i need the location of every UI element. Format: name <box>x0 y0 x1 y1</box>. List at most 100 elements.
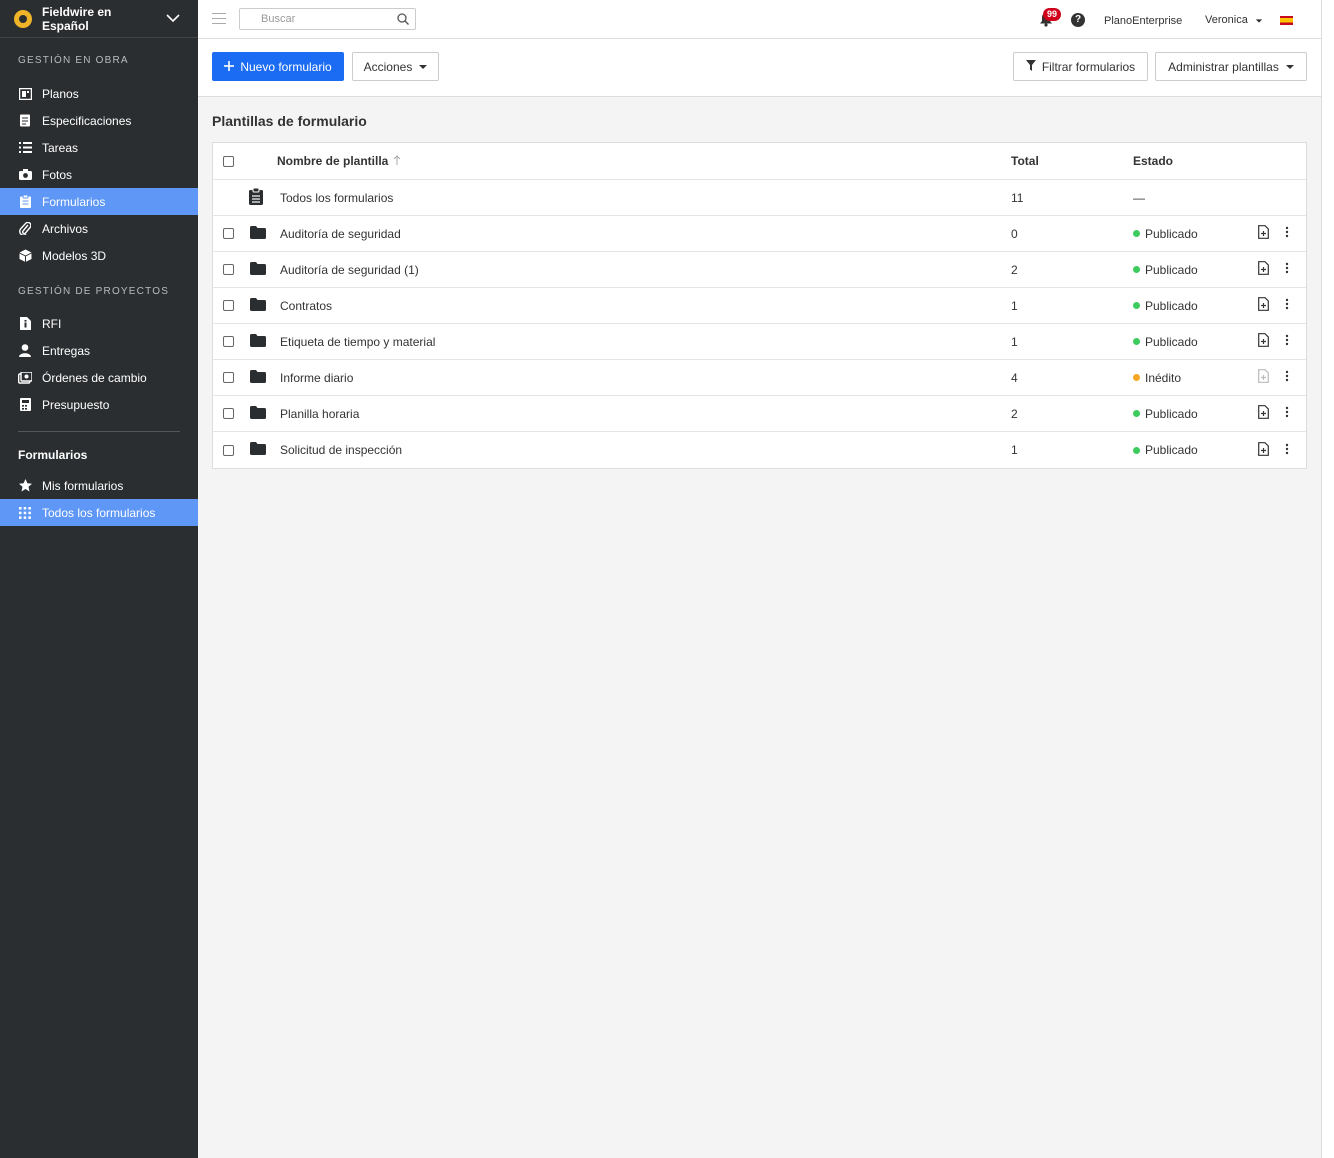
template-status: Publicado <box>1133 335 1198 349</box>
template-status: Publicado <box>1133 227 1198 241</box>
table-row[interactable]: Planilla horaria 2 Publicado <box>213 396 1306 432</box>
help-icon[interactable]: ? <box>1071 13 1085 27</box>
sidebar-item-especificaciones[interactable]: Especificaciones <box>0 107 198 134</box>
table-row[interactable]: Auditoría de seguridad (1) 2 Publicado <box>213 252 1306 288</box>
hamburger-menu-icon[interactable] <box>212 13 226 25</box>
sidebar-item-label: Presupuesto <box>42 397 110 412</box>
status-label: Publicado <box>1145 334 1198 349</box>
sidebar-item-todos-los-formularios[interactable]: Todos los formularios <box>0 499 198 526</box>
row-checkbox[interactable] <box>223 264 234 275</box>
sidebar-item-mis-formularios[interactable]: Mis formularios <box>0 472 198 499</box>
spain-flag-icon[interactable] <box>1280 16 1293 25</box>
actions-label: Acciones <box>363 59 413 74</box>
table-header: Nombre de plantilla Total Estado <box>213 143 1306 180</box>
more-options-icon[interactable] <box>1285 262 1289 277</box>
table-row[interactable]: Auditoría de seguridad 0 Publicado <box>213 216 1306 252</box>
more-options-icon[interactable] <box>1285 334 1289 349</box>
filter-icon <box>1025 59 1036 74</box>
table-row-all-forms[interactable]: Todos los formularios 11 — <box>213 180 1306 216</box>
table-row[interactable]: Solicitud de inspección 1 Publicado <box>213 432 1306 468</box>
plans-icon <box>18 87 32 101</box>
add-form-icon[interactable] <box>1258 405 1269 422</box>
template-total: 1 <box>1011 298 1018 313</box>
calculator-icon <box>18 398 32 412</box>
add-form-icon[interactable] <box>1258 261 1269 278</box>
row-checkbox[interactable] <box>223 372 234 383</box>
status-label: Publicado <box>1145 406 1198 421</box>
add-form-icon[interactable] <box>1258 333 1269 350</box>
template-total: 2 <box>1011 406 1018 421</box>
row-checkbox[interactable] <box>223 336 234 347</box>
template-name: Solicitud de inspección <box>280 443 403 457</box>
more-options-icon[interactable] <box>1285 406 1289 421</box>
status-dot <box>1133 410 1140 417</box>
row-checkbox[interactable] <box>223 228 234 239</box>
template-name: Contratos <box>280 298 333 313</box>
project-name: Fieldwire en Español <box>42 4 112 33</box>
status-dot <box>1133 266 1140 273</box>
status-label: Publicado <box>1145 262 1198 277</box>
sidebar-item-formularios[interactable]: Formularios <box>0 188 198 215</box>
section-title-proyectos: GESTIÓN DE PROYECTOS <box>18 286 170 297</box>
search-input[interactable] <box>239 8 416 30</box>
filter-label: Filtrar formularios <box>1041 59 1136 74</box>
sidebar-item-archivos[interactable]: Archivos <box>0 215 198 242</box>
search-icon[interactable] <box>397 13 409 28</box>
template-name: Etiqueta de tiempo y material <box>280 334 436 349</box>
more-options-icon[interactable] <box>1285 226 1289 241</box>
add-form-icon[interactable] <box>1258 225 1269 242</box>
select-all-checkbox[interactable] <box>223 155 234 167</box>
status-dot <box>1133 338 1140 345</box>
add-form-icon[interactable] <box>1258 441 1269 459</box>
row-checkbox[interactable] <box>223 444 234 456</box>
sidebar-item-entregas[interactable]: Entregas <box>0 337 198 364</box>
more-options-icon[interactable] <box>1285 370 1289 385</box>
sidebar-item-label: Mis formularios <box>42 478 124 493</box>
new-form-label: Nuevo formulario <box>240 59 332 74</box>
template-total: 1 <box>1011 334 1018 349</box>
sidebar-item-planos[interactable]: Planos <box>0 80 198 107</box>
table-row[interactable]: Contratos 1 Publicado <box>213 288 1306 324</box>
sidebar-item-presupuesto[interactable]: Presupuesto <box>0 391 198 418</box>
table-row[interactable]: Informe diario 4 Inédito <box>213 360 1306 396</box>
sidebar-item-modelos-3d[interactable]: Modelos 3D <box>0 242 198 269</box>
chevron-down-icon[interactable] <box>160 14 186 23</box>
table-row[interactable]: Etiqueta de tiempo y material 1 Publicad… <box>213 324 1306 360</box>
manage-templates-dropdown[interactable]: Administrar plantillas <box>1155 52 1307 81</box>
new-form-button[interactable]: Nuevo formulario <box>212 52 344 81</box>
user-menu[interactable]: Veronica <box>1205 14 1263 26</box>
column-header-status[interactable]: Estado <box>1133 154 1173 168</box>
actions-dropdown[interactable]: Acciones <box>352 52 439 81</box>
column-header-name[interactable]: Nombre de plantilla <box>277 154 401 168</box>
status-label: Publicado <box>1145 298 1198 313</box>
template-total: 0 <box>1011 226 1018 241</box>
template-name: Informe diario <box>280 370 354 385</box>
folder-icon <box>250 297 266 314</box>
column-header-total[interactable]: Total <box>1011 154 1039 168</box>
template-name: Todos los formularios <box>280 190 394 205</box>
sidebar-item-rfi[interactable]: RFI <box>0 310 198 337</box>
add-form-icon[interactable] <box>1258 369 1269 386</box>
status-label: Publicado <box>1145 226 1198 241</box>
add-form-icon[interactable] <box>1258 297 1269 314</box>
row-checkbox[interactable] <box>223 408 234 419</box>
status-label: Publicado <box>1145 443 1198 457</box>
sidebar-item-fotos[interactable]: Fotos <box>0 161 198 188</box>
more-options-icon[interactable] <box>1285 443 1289 458</box>
sidebar-item-tareas[interactable]: Tareas <box>0 134 198 161</box>
notification-badge: 99 <box>1043 8 1062 21</box>
specs-icon <box>18 114 32 128</box>
more-options-icon[interactable] <box>1285 298 1289 313</box>
folder-icon <box>250 369 266 386</box>
sidebar-item-label: RFI <box>42 316 62 331</box>
plan-label: PlanoEnterprise <box>1104 15 1183 27</box>
page-title: Plantillas de formulario <box>212 113 367 129</box>
project-switcher[interactable]: Fieldwire en Español <box>0 0 198 38</box>
folder-icon <box>250 405 266 422</box>
user-name: Veronica <box>1205 14 1248 26</box>
filter-forms-button[interactable]: Filtrar formularios <box>1013 52 1148 81</box>
row-checkbox[interactable] <box>223 300 234 311</box>
sidebar-item-label: Planos <box>42 86 79 101</box>
top-bar: 99 ? PlanoEnterprise Veronica <box>198 0 1321 39</box>
sidebar-item-ordenes-de-cambio[interactable]: Órdenes de cambio <box>0 364 198 391</box>
